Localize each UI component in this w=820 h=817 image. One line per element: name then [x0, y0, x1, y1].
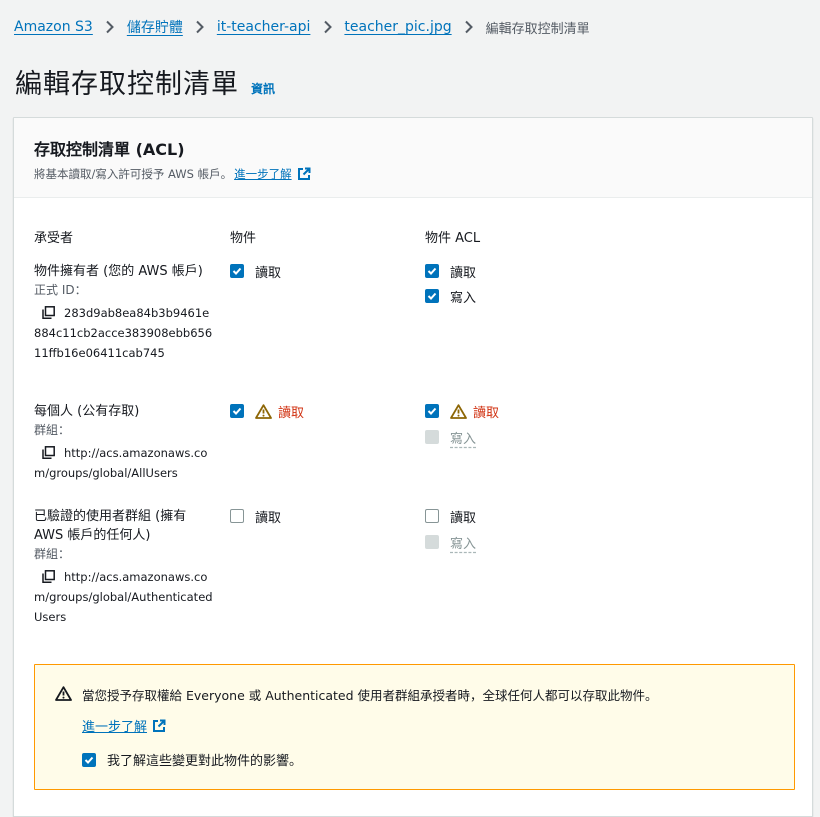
acl-panel-title: 存取控制清單 (ACL)	[34, 140, 185, 159]
check-icon	[232, 267, 242, 275]
checkbox-label: 讀取	[255, 265, 282, 281]
column-header-objects: 物件	[230, 231, 257, 246]
everyone-acl-read[interactable]: 讀取	[425, 401, 499, 421]
checkbox-label: 寫入	[450, 290, 477, 306]
checkbox-label: 寫入	[450, 536, 477, 552]
grantee-sub-label: 正式 ID：	[34, 283, 87, 297]
group-uri-line1: http://acs.amazonaws.co	[64, 570, 208, 584]
authenticated-acl-read[interactable]: 讀取	[425, 506, 476, 526]
acl-panel-description: 將基本讀取/寫入許可授予 AWS 帳戶。 進一步了解	[34, 166, 792, 182]
everyone-objects-read[interactable]: 讀取	[230, 401, 304, 421]
owner-objects-read[interactable]: 讀取	[230, 261, 281, 281]
chevron-right-icon	[183, 19, 217, 35]
check-icon	[232, 407, 242, 415]
chevron-right-icon	[452, 19, 486, 35]
grantee-everyone: 每個人 (公有存取) 群組： http://acs.amazonaws.co m…	[34, 402, 214, 483]
breadcrumb: Amazon S3 儲存貯體 it-teacher-api teacher_pi…	[14, 17, 590, 37]
info-link[interactable]: 資訊	[251, 80, 275, 97]
group-uri: http://acs.amazonaws.co m/groups/global/…	[34, 443, 214, 483]
breadcrumb-amazon-s3[interactable]: Amazon S3	[14, 19, 93, 35]
column-header-object-acl: 物件 ACL	[425, 231, 481, 246]
acknowledge-checkbox-row[interactable]: 我了解這些變更對此物件的影響。	[82, 750, 302, 769]
canonical-id: 283d9ab8ea84b3b9461e 884c11cb2acce383908…	[34, 303, 214, 363]
chevron-right-icon	[93, 19, 127, 35]
page-title-text: 編輯存取控制清單	[15, 69, 239, 100]
chevron-right-icon	[310, 19, 344, 35]
everyone-acl-write: 寫入	[425, 427, 476, 447]
copy-icon[interactable]	[42, 570, 55, 583]
checkbox[interactable]	[425, 509, 439, 523]
grantee-sub-label: 群組：	[34, 547, 71, 561]
grantee-name: 物件擁有者 (您的 AWS 帳戶)	[34, 264, 203, 279]
checkbox-disabled	[425, 430, 439, 444]
checkbox-label: 讀取	[450, 265, 477, 281]
column-header-grantee: 承受者	[34, 231, 74, 246]
public-access-warning-alert: 當您授予存取權給 Everyone 或 Authenticated 使用者群組承…	[34, 664, 795, 790]
external-link-icon	[297, 167, 311, 180]
copy-icon[interactable]	[42, 446, 55, 459]
canonical-id-rest: 884c11cb2acce383908ebb65611ffb16e06411ca…	[34, 326, 213, 360]
check-icon	[84, 756, 94, 764]
group-uri-line1: http://acs.amazonaws.co	[64, 446, 208, 460]
acknowledge-label: 我了解這些變更對此物件的影響。	[107, 754, 303, 769]
group-uri-rest: m/groups/global/AllUsers	[34, 466, 178, 480]
owner-acl-read[interactable]: 讀取	[425, 261, 476, 281]
acl-learn-more-label: 進一步了解	[234, 167, 292, 181]
checkbox-disabled	[425, 535, 439, 549]
grantee-name: 已驗證的使用者群組 (擁有 AWS 帳戶的任何人)	[34, 509, 187, 543]
checkbox-label: 讀取	[473, 405, 500, 421]
breadcrumb-buckets[interactable]: 儲存貯體	[127, 17, 183, 37]
authenticated-acl-write: 寫入	[425, 532, 476, 552]
checkbox[interactable]	[425, 264, 439, 278]
warning-icon	[55, 686, 72, 701]
grantee-name: 每個人 (公有存取)	[34, 404, 140, 419]
breadcrumb-bucket-name[interactable]: it-teacher-api	[217, 19, 311, 35]
alert-message: 當您授予存取權給 Everyone 或 Authenticated 使用者群組承…	[82, 688, 658, 703]
acl-panel: 存取控制清單 (ACL) 將基本讀取/寫入許可授予 AWS 帳戶。 進一步了解 …	[13, 117, 813, 817]
breadcrumb-object-name[interactable]: teacher_pic.jpg	[344, 19, 451, 35]
authenticated-objects-read[interactable]: 讀取	[230, 506, 281, 526]
grantee-object-owner: 物件擁有者 (您的 AWS 帳戶) 正式 ID： 283d9ab8ea84b3b…	[34, 262, 214, 363]
acl-description-text: 將基本讀取/寫入許可授予 AWS 帳戶。	[34, 167, 233, 181]
checkbox[interactable]	[230, 264, 244, 278]
group-uri: http://acs.amazonaws.co m/groups/global/…	[34, 567, 214, 627]
acl-panel-header: 存取控制清單 (ACL) 將基本讀取/寫入許可授予 AWS 帳戶。 進一步了解	[14, 118, 812, 198]
check-icon	[427, 407, 437, 415]
checkbox[interactable]	[425, 404, 439, 418]
warning-icon	[255, 403, 272, 419]
warning-icon	[450, 403, 467, 419]
group-uri-rest: m/groups/global/Authenticated Users	[34, 590, 213, 624]
alert-learn-more-link[interactable]: 進一步了解	[82, 716, 166, 735]
checkbox-label: 讀取	[255, 510, 282, 526]
checkbox[interactable]	[425, 289, 439, 303]
grantee-sub-label: 群組：	[34, 423, 71, 437]
alert-learn-more-label: 進一步了解	[82, 720, 148, 735]
owner-acl-write[interactable]: 寫入	[425, 286, 476, 306]
checkbox[interactable]	[230, 509, 244, 523]
check-icon	[427, 267, 437, 275]
checkbox-label: 寫入	[450, 431, 477, 447]
checkbox-label: 讀取	[278, 405, 305, 421]
breadcrumb-current: 編輯存取控制清單	[485, 21, 590, 37]
check-icon	[427, 292, 437, 300]
checkbox-label: 讀取	[450, 510, 477, 526]
external-link-icon	[153, 719, 166, 732]
checkbox[interactable]	[230, 404, 244, 418]
canonical-id-line1: 283d9ab8ea84b3b9461e	[64, 306, 210, 320]
copy-icon[interactable]	[42, 306, 55, 319]
acknowledge-checkbox[interactable]	[82, 752, 96, 767]
acl-learn-more-link[interactable]: 進一步了解	[234, 166, 311, 182]
grantee-authenticated-users: 已驗證的使用者群組 (擁有 AWS 帳戶的任何人) 群組： http://acs…	[34, 507, 214, 627]
page-title: 編輯存取控制清單 資訊	[15, 62, 275, 101]
